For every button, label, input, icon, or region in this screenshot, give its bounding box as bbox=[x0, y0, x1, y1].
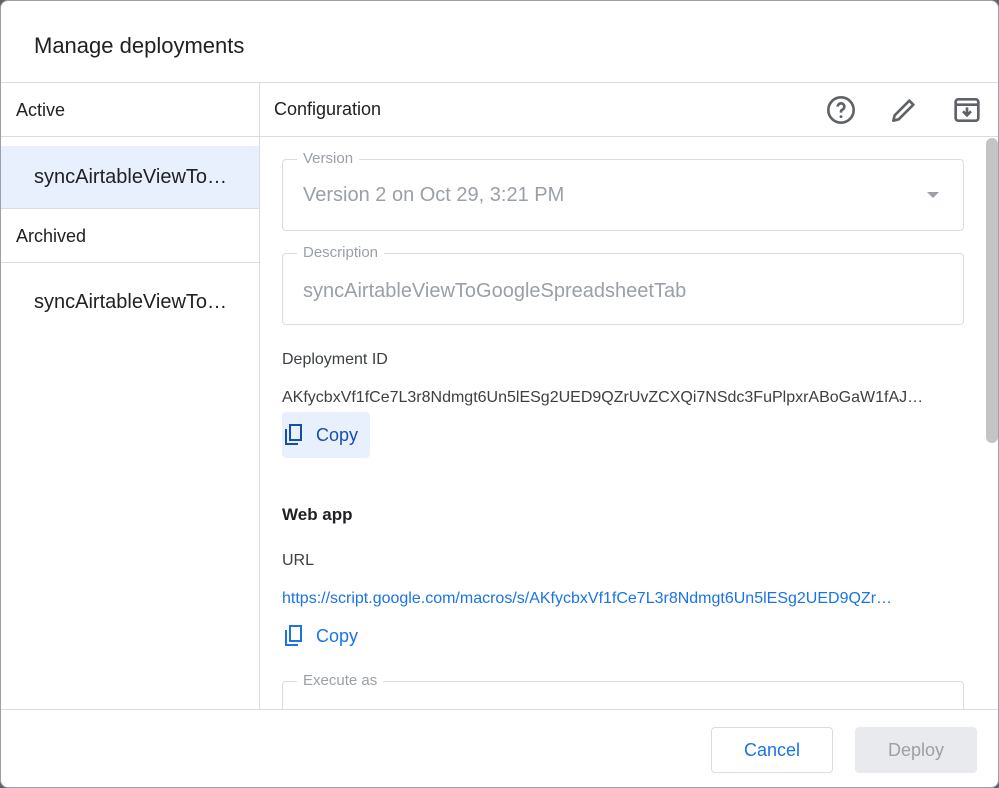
archived-header: Archived bbox=[16, 226, 87, 246]
cancel-button[interactable]: Cancel bbox=[711, 727, 833, 773]
divider bbox=[1, 82, 998, 83]
version-value: Version 2 on Oct 29, 3:21 PM bbox=[303, 184, 565, 206]
archive-icon[interactable] bbox=[951, 94, 983, 126]
help-circle-icon[interactable] bbox=[825, 94, 857, 126]
copy-deployment-id-button[interactable]: Copy bbox=[282, 412, 370, 458]
deployment-item-archived[interactable]: syncAirtableViewTo… bbox=[1, 271, 259, 333]
url-label: URL bbox=[282, 552, 315, 569]
copy-url-button[interactable]: Copy bbox=[282, 613, 370, 659]
description-label: Description bbox=[297, 244, 385, 261]
copy-label: Copy bbox=[316, 625, 359, 646]
divider bbox=[1, 208, 259, 209]
description-field: Description syncAirtableViewToGoogleSpre… bbox=[282, 244, 964, 325]
dialog-title: Manage deployments bbox=[34, 33, 245, 58]
divider bbox=[1, 136, 998, 137]
configuration-header: Configuration bbox=[274, 99, 382, 119]
scrollbar[interactable] bbox=[986, 138, 998, 443]
dropdown-arrow-icon bbox=[927, 192, 939, 204]
copy-icon bbox=[285, 625, 302, 646]
deployment-id-value: AKfycbxVf1fCe7L3r8Ndmgt6Un5lESg2UED9QZrU… bbox=[282, 389, 924, 406]
execute-as-label: Execute as bbox=[297, 672, 384, 689]
deployment-id-label: Deployment ID bbox=[282, 351, 388, 368]
divider bbox=[259, 82, 260, 709]
pencil-icon[interactable] bbox=[888, 94, 920, 126]
copy-icon bbox=[285, 424, 302, 445]
copy-label: Copy bbox=[316, 424, 359, 445]
version-select[interactable]: Version Version 2 on Oct 29, 3:21 PM bbox=[282, 150, 964, 231]
web-app-url-link[interactable]: https://script.google.com/macros/s/AKfyc… bbox=[282, 590, 964, 608]
dialog-footer bbox=[1, 709, 998, 787]
manage-deployments-dialog: Manage deployments Active syncAirtableVi… bbox=[0, 0, 999, 788]
divider bbox=[1, 262, 259, 263]
active-header: Active bbox=[16, 100, 66, 120]
web-app-header: Web app bbox=[282, 505, 353, 524]
description-value: syncAirtableViewToGoogleSpreadsheetTab bbox=[303, 280, 687, 302]
version-label: Version bbox=[297, 150, 360, 167]
deploy-button[interactable]: Deploy bbox=[855, 727, 977, 773]
deployment-item-active[interactable]: syncAirtableViewTo… bbox=[1, 146, 259, 208]
